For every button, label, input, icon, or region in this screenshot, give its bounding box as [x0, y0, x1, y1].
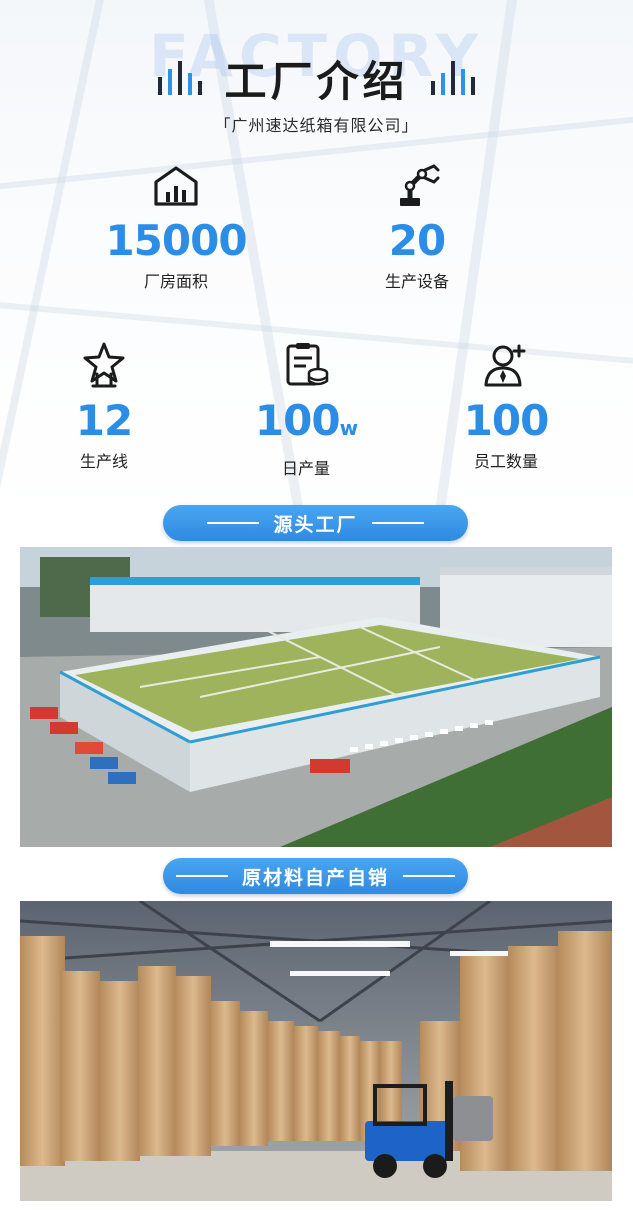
stat-number: 20	[388, 216, 446, 265]
section-header-source-factory: 源头工厂	[163, 505, 468, 541]
stat-label: 员工数量	[473, 452, 538, 471]
warehouse-illustration	[20, 901, 612, 1201]
section-title: 原材料自产自销	[241, 866, 389, 889]
section-title: 源头工厂	[273, 513, 358, 536]
factory-aerial-photo	[20, 547, 612, 847]
section-header-raw-materials: 原材料自产自销	[163, 858, 468, 894]
dash-right	[371, 522, 424, 524]
stat-number-value: 100	[254, 396, 341, 445]
stat-label: 厂房面积	[143, 272, 208, 291]
factory-chart-icon	[154, 166, 198, 206]
company-name: 「广州速达纸箱有限公司」	[214, 116, 419, 135]
clipboard-coins-icon	[286, 343, 329, 386]
stat-label: 日产量	[281, 459, 330, 478]
dash-left	[175, 875, 228, 877]
stat-label: 生产设备	[384, 272, 449, 291]
stat-number: 100w	[216, 396, 396, 453]
stat-equipment: 20 生产设备	[327, 160, 507, 292]
staff-add-icon	[484, 344, 526, 387]
page-title: 工厂介绍	[224, 56, 409, 106]
stat-daily-output: 100w 日产量	[216, 340, 396, 479]
star-hand-icon	[83, 342, 125, 388]
stat-number: 12	[75, 396, 133, 445]
dash-right	[403, 875, 455, 877]
robot-arm-icon	[400, 164, 440, 206]
stat-production-lines: 12 生产线	[14, 340, 194, 472]
stat-employees: 100 员工数量	[416, 340, 596, 472]
right-bars-decoration	[430, 61, 475, 95]
stat-label: 生产线	[79, 452, 128, 471]
stat-number: 100	[463, 396, 550, 445]
left-bars-decoration	[158, 61, 203, 95]
stat-number: 15000	[105, 216, 247, 265]
paper-roll-warehouse-photo	[20, 901, 612, 1201]
stat-factory-area: 15000 厂房面积	[86, 160, 266, 292]
title-row: 工厂介绍	[0, 50, 633, 106]
stat-number-unit: w	[339, 416, 359, 440]
factory-aerial-illustration	[20, 547, 612, 847]
factory-intro-section: FACTORY 工厂介绍 「广州速达纸箱有限公司」 15000 厂房面积 20 …	[0, 0, 633, 525]
dash-left	[207, 522, 260, 524]
